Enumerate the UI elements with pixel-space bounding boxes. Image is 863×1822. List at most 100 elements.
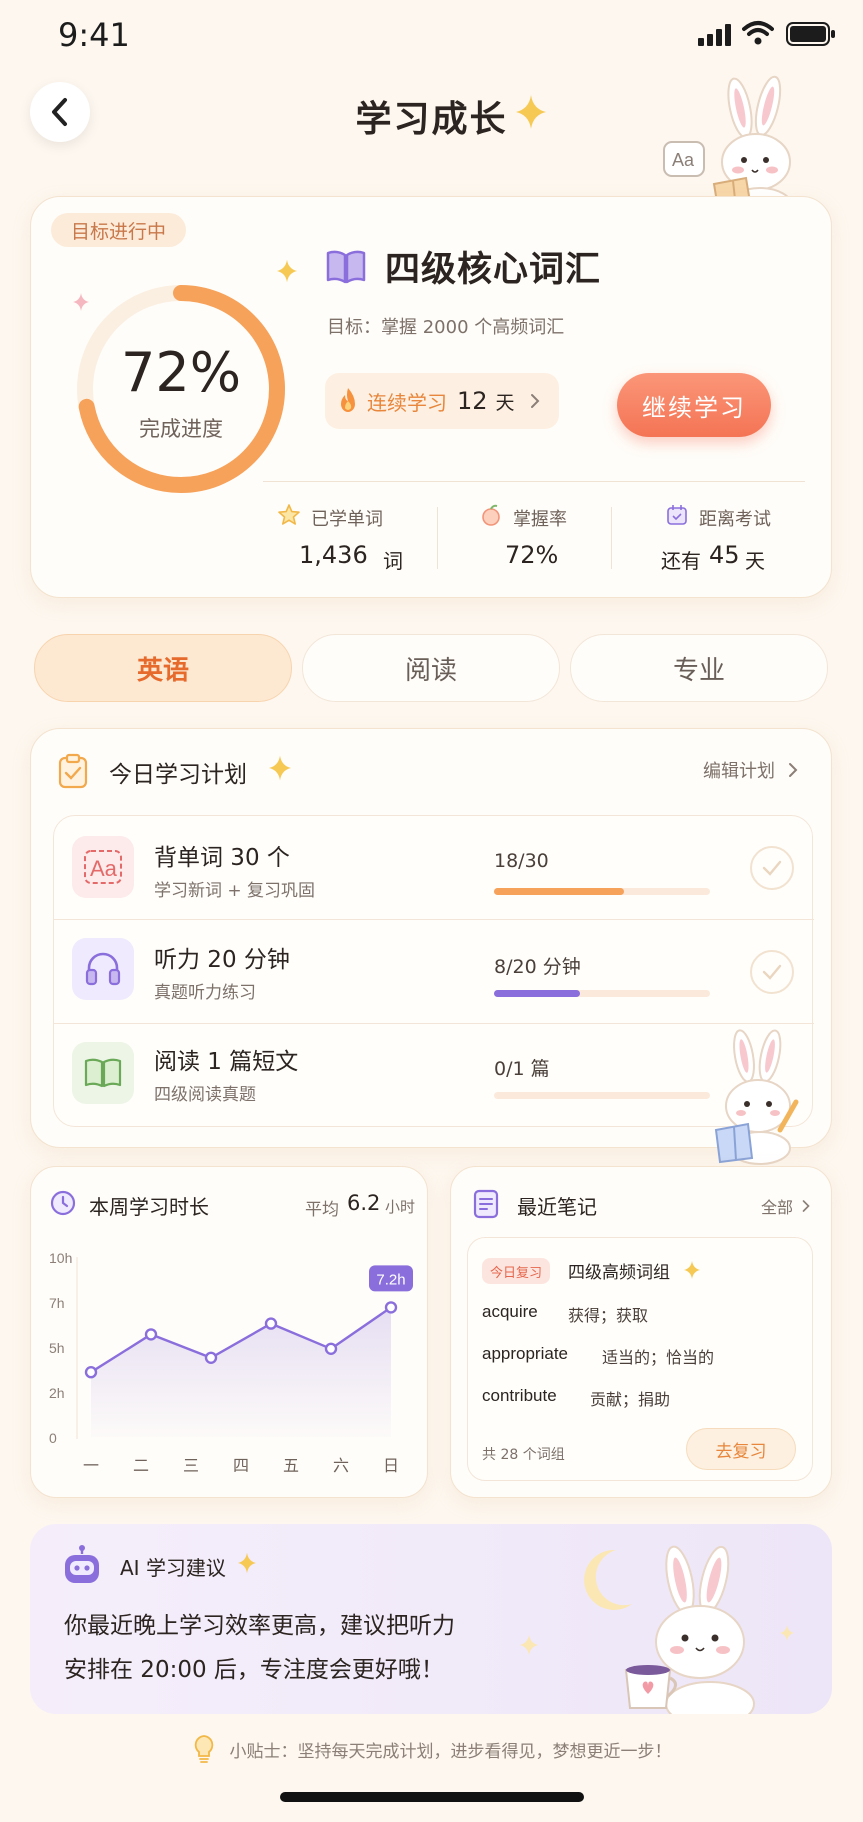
ai-line-1: 你最近晚上学习效率更高，建议把听力 [64, 1613, 455, 1639]
sparkle-icon [520, 1634, 538, 1656]
check-button[interactable] [750, 950, 794, 994]
chevron-right-icon [530, 394, 539, 408]
sparkle-icon [516, 95, 546, 133]
note-word-cn: 贡献；捐助 [590, 1390, 671, 1409]
stat-exam-value: 45 [709, 541, 740, 569]
y-tick-label: 10h [49, 1250, 72, 1266]
lightbulb-icon [194, 1735, 213, 1763]
check-icon [762, 860, 782, 876]
tab-reading-label: 阅读 [404, 655, 457, 686]
data-point [84, 1365, 98, 1379]
edit-plan-label: 编辑计划 [703, 761, 775, 782]
progress-percent: 72% [120, 341, 242, 404]
open-book-icon [72, 1042, 134, 1104]
plan-item-title: 阅读 1 篇短文 [154, 1049, 299, 1075]
data-point [204, 1351, 218, 1365]
weekly-card: 本周学习时长 平均 6.2 小时 0 2h 5h 7h 10h 一二三四五六日 7.2h [30, 1166, 428, 1498]
goal-card: 目标进行中 72% 完成进度 四级核心词汇 目标：掌握 2000 个高频词汇 连… [30, 196, 832, 598]
review-button[interactable]: 去复习 [686, 1428, 796, 1470]
tab-english-label: 英语 [136, 655, 189, 686]
chevron-right-icon [802, 1200, 810, 1212]
sparkle-icon [780, 1625, 794, 1641]
stat-exam-label: 距离考试 [699, 509, 771, 530]
continue-button[interactable]: 继续学习 [617, 373, 771, 437]
clipboard-icon [58, 753, 88, 789]
plan-item-progress-text: 0/1 篇 [494, 1058, 550, 1080]
tooltip-value: 7.2h [376, 1271, 405, 1288]
divider [437, 507, 438, 569]
bunny-book-illustration [700, 1026, 810, 1170]
note-item[interactable]: 今日复习 四级高频词组 acquire 获得；获取 appropriate 适当… [467, 1237, 813, 1481]
goal-badge-label: 目标进行中 [71, 220, 167, 243]
x-tick-label: 六 [333, 1456, 349, 1475]
stat-exam-unit: 天 [745, 549, 765, 573]
note-word-cn: 适当的；恰当的 [602, 1348, 715, 1367]
vocab-icon: Aa [72, 836, 134, 898]
continue-label: 继续学习 [642, 393, 746, 422]
y-tick-label: 5h [49, 1340, 65, 1356]
weekly-chart: 0 2h 5h 7h 10h 一 二 三 四 五 六 日 7.2h [31, 1167, 429, 1499]
chevron-right-icon [789, 763, 798, 777]
home-indicator [280, 1792, 584, 1802]
divider [263, 481, 805, 482]
x-tick-label: 五 [283, 1456, 299, 1475]
progress-label: 完成进度 [139, 417, 223, 441]
tip-text: 小贴士：坚持每天完成计划，进步看得见，梦想更近一步！ [229, 1741, 672, 1762]
ai-suggestion-card[interactable]: AI 学习建议 你最近晚上学习效率更高，建议把听力 安排在 20:00 后，专注… [30, 1524, 832, 1714]
plan-item-progress-text: 8/20 分钟 [494, 956, 581, 978]
progress-ring: 72% 完成进度 [71, 279, 291, 499]
tab-english[interactable]: 英语 [34, 634, 292, 702]
tab-major[interactable]: 专业 [570, 634, 828, 702]
plan-item-title: 听力 20 分钟 [154, 947, 290, 973]
note-word-en: appropriate [482, 1344, 569, 1363]
note-word-cn: 获得；获取 [568, 1306, 649, 1325]
stat-exam-prefix: 还有 [661, 549, 701, 573]
stat-learned-unit: 词 [383, 549, 403, 573]
check-button[interactable] [750, 846, 794, 890]
plan-item-progress-text: 18/30 [494, 850, 549, 872]
status-time: 9:41 [58, 16, 130, 54]
y-tick-label: 2h [49, 1385, 65, 1401]
stat-mastery-label: 掌握率 [513, 509, 567, 530]
divider [611, 507, 612, 569]
headphones-icon [72, 938, 134, 1000]
progress-fill [494, 990, 581, 997]
notes-all-label: 全部 [761, 1198, 794, 1217]
tip-row: 小贴士：坚持每天完成计划，进步看得见，梦想更近一步！ [0, 1734, 863, 1764]
sparkle-icon [684, 1260, 700, 1280]
note-word-en: acquire [482, 1302, 538, 1321]
review-label: 去复习 [715, 1441, 767, 1462]
peach-icon [482, 504, 500, 526]
x-tick-label: 一 [83, 1456, 99, 1475]
plan-item-desc: 学习新词 + 复习巩固 [154, 881, 316, 901]
tab-major-label: 专业 [672, 655, 725, 686]
notes-card: 最近笔记 全部 今日复习 四级高频词组 acquire 获得；获取 approp… [450, 1166, 832, 1498]
plan-item-desc: 四级阅读真题 [154, 1085, 256, 1105]
note-word-en: contribute [482, 1386, 557, 1405]
y-tick-label: 7h [49, 1295, 65, 1311]
plan-title: 今日学习计划 [109, 762, 247, 788]
streak-days: 12 [457, 387, 488, 415]
edit-plan-link[interactable]: 编辑计划 [703, 757, 799, 783]
book-icon [325, 249, 367, 289]
plan-item-desc: 真题听力练习 [154, 983, 256, 1003]
goal-badge: 目标进行中 [51, 213, 187, 247]
notes-all-link[interactable]: 全部 [761, 1194, 811, 1218]
svg-text:Aa: Aa [90, 856, 118, 881]
svg-text:Aa: Aa [672, 150, 695, 170]
sparkle-icon [269, 755, 291, 781]
progress-fill [494, 888, 624, 895]
notes-title: 最近笔记 [517, 1195, 597, 1219]
plan-item-vocab[interactable]: Aa 背单词 30 个 学习新词 + 复习巩固 18/30 [54, 816, 814, 920]
x-tick-label: 日 [383, 1456, 399, 1475]
streak-pill[interactable]: 连续学习 12 天 [325, 373, 559, 429]
stat-learned: 已学单词 1,436 词 [269, 503, 419, 573]
check-icon [762, 964, 782, 980]
tab-reading[interactable]: 阅读 [302, 634, 560, 702]
goal-subtitle: 目标：掌握 2000 个高频词汇 [327, 317, 565, 338]
plan-item-progress-bar [494, 1092, 710, 1099]
y-tick-label: 0 [49, 1430, 57, 1446]
x-tick-label: 二 [133, 1456, 149, 1475]
stat-mastery-value: 72% [505, 541, 559, 569]
plan-item-listening[interactable]: 听力 20 分钟 真题听力练习 8/20 分钟 [54, 920, 814, 1024]
